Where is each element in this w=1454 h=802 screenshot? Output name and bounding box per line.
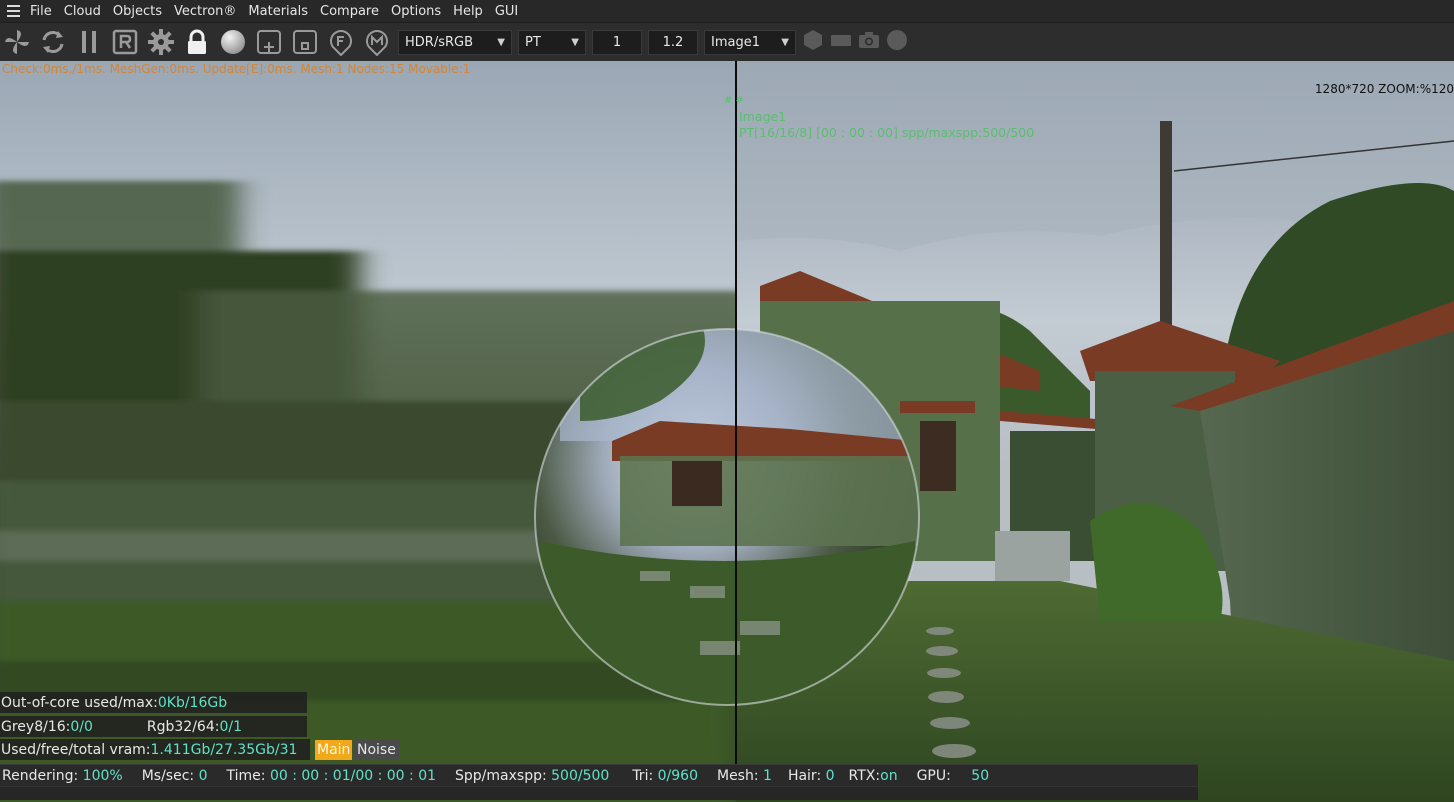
- image-select-value: Image1: [711, 34, 760, 50]
- toolbar: HDR/sRGB ▼ PT ▼ 1 1.2 Image1 ▼: [0, 22, 1454, 61]
- status-ms: Ms/sec: 0: [141, 767, 208, 784]
- menu-materials[interactable]: Materials: [242, 4, 314, 19]
- out-of-core-panel: Out-of-core used/max: 0Kb/16Gb: [0, 692, 307, 713]
- image-info: Image1 PT[16/16/8] [00 : 00 : 00] spp/ma…: [739, 109, 1034, 141]
- gear-icon[interactable]: [146, 27, 176, 57]
- render-r-icon[interactable]: [110, 27, 140, 57]
- status-time: Time: 00 : 00 : 01/00 : 00 : 01: [226, 767, 437, 784]
- menu-objects[interactable]: Objects: [107, 4, 168, 19]
- grey-value: 0/0: [70, 718, 93, 735]
- render-stats-text: Check:0ms./1ms. MeshGen:0ms. Update[E]:0…: [2, 62, 471, 76]
- render-image: [0, 61, 1454, 802]
- tonemap-select-value: HDR/sRGB: [405, 34, 473, 50]
- object-square-icon[interactable]: [290, 27, 320, 57]
- pinwheel-icon[interactable]: [2, 27, 32, 57]
- status-bar-secondary: [0, 786, 1198, 800]
- menu-bar: File Cloud Objects Vectron® Materials Co…: [0, 0, 1454, 22]
- menu-vectron[interactable]: Vectron®: [168, 4, 242, 19]
- menu-options[interactable]: Options: [385, 4, 447, 19]
- image-marker: # #: [724, 95, 744, 106]
- rgb-label: Rgb32/64:: [146, 718, 220, 735]
- status-spp: Spp/maxspp: 500/500: [455, 767, 610, 784]
- chevron-down-icon: ▼: [781, 36, 789, 48]
- menu-file[interactable]: File: [24, 4, 58, 19]
- sphere-icon[interactable]: [218, 27, 248, 57]
- value1-input[interactable]: 1: [592, 29, 642, 55]
- status-mesh: Mesh: 1: [716, 767, 772, 784]
- image-status-label: PT[16/16/8] [00 : 00 : 00] spp/maxspp:50…: [739, 125, 1035, 140]
- vram-label: Used/free/total vram:: [1, 741, 151, 758]
- menu-cloud[interactable]: Cloud: [58, 4, 107, 19]
- menu-gui[interactable]: GUI: [489, 4, 524, 19]
- material-m-icon[interactable]: [362, 27, 392, 57]
- status-tri: Tri: 0/960: [632, 767, 698, 784]
- texture-panel: Grey8/16: 0/0 Rgb32/64: 0/1: [0, 716, 307, 737]
- value2-input[interactable]: 1.2: [648, 29, 698, 55]
- material-f-icon[interactable]: [326, 27, 356, 57]
- tonemap-select[interactable]: HDR/sRGB ▼: [398, 29, 512, 55]
- pause-icon[interactable]: [74, 27, 104, 57]
- circle-icon[interactable]: [886, 29, 908, 55]
- refresh-icon[interactable]: [38, 27, 68, 57]
- vram-panel: Used/free/total vram: 1.411Gb/27.35Gb/31: [0, 739, 310, 760]
- engine-select-value: PT: [525, 34, 541, 50]
- compare-split-line[interactable]: [735, 61, 737, 764]
- image-name-label: Image1: [739, 109, 787, 124]
- image-select[interactable]: Image1 ▼: [704, 29, 796, 55]
- out-of-core-value: 0Kb/16Gb: [157, 694, 228, 711]
- status-hair: Hair: 0: [787, 767, 835, 784]
- rgb-value: 0/1: [219, 718, 242, 735]
- add-object-icon[interactable]: [254, 27, 284, 57]
- rectangle-icon[interactable]: [830, 29, 852, 55]
- lock-icon[interactable]: [182, 27, 212, 57]
- status-bar: Rendering: 100% Ms/sec: 0 Time: 00 : 00 …: [0, 764, 1198, 786]
- out-of-core-label: Out-of-core used/max:: [1, 694, 158, 711]
- menu-compare[interactable]: Compare: [314, 4, 385, 19]
- main-tab[interactable]: Main: [315, 740, 353, 760]
- chevron-down-icon: ▼: [571, 36, 579, 48]
- status-rendering: Rendering: 100%: [2, 767, 123, 784]
- hexagon-icon[interactable]: [802, 29, 824, 55]
- menu-help[interactable]: Help: [447, 4, 489, 19]
- vram-value: 1.411Gb/27.35Gb/31: [150, 741, 298, 758]
- camera-icon[interactable]: [858, 29, 880, 55]
- render-viewport[interactable]: Check:0ms./1ms. MeshGen:0ms. Update[E]:0…: [0, 61, 1454, 802]
- chevron-down-icon: ▼: [497, 36, 505, 48]
- hamburger-menu-icon[interactable]: [2, 0, 24, 22]
- resolution-zoom-label: 1280*720 ZOOM:%120: [1314, 82, 1454, 96]
- status-gpu: GPU: 50: [916, 767, 990, 784]
- noise-tab[interactable]: Noise: [354, 740, 399, 760]
- engine-select[interactable]: PT ▼: [518, 29, 586, 55]
- grey-label: Grey8/16:: [1, 718, 71, 735]
- status-rtx: RTX:on: [848, 767, 898, 784]
